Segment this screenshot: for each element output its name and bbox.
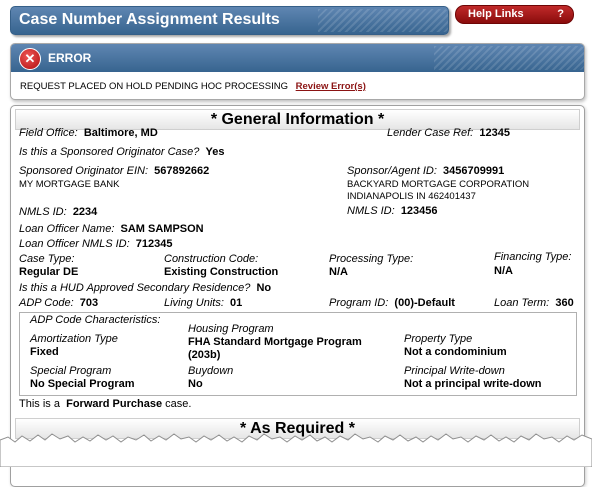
financing-type-label: Financing Type: (494, 251, 572, 263)
lender-case-ref-label: Lender Case Ref: (387, 127, 474, 139)
property-type-value: Not a condominium (404, 346, 507, 358)
special-program-value: No Special Program (30, 378, 135, 390)
sponsor-agent-city: INDIANAPOLIS IN 462401437 (347, 191, 476, 202)
sponsor-agent-row: Sponsor/Agent ID: 3456709991 (347, 165, 504, 177)
sponsor-agent-name: BACKYARD MORTGAGE CORPORATION (347, 179, 530, 190)
loan-officer-nmls-row: Loan Officer NMLS ID: 712345 (19, 238, 173, 250)
sponsored-originator-label: Is this a Sponsored Originator Case? (19, 146, 200, 158)
sponsored-originator-name: MY MORTGAGE BANK (19, 179, 120, 190)
sponsored-originator-value: Yes (205, 146, 225, 158)
torn-edge-decoration (0, 433, 592, 467)
program-id-value: (00)-Default (394, 297, 455, 309)
review-errors-link[interactable]: Review Error(s) (296, 81, 366, 92)
error-header-decoration (434, 46, 584, 70)
sponsored-originator-row: Is this a Sponsored Originator Case? Yes (19, 146, 224, 158)
help-links-label: Help Links (468, 8, 524, 20)
loan-officer-row: Loan Officer Name: SAM SAMPSON (19, 223, 204, 235)
processing-type-label: Processing Type: (329, 253, 414, 265)
purchase-type-suffix: case. (165, 398, 192, 410)
living-units-row: Living Units: 01 (164, 297, 242, 309)
purchase-type-row: This is a Forward Purchase case. (19, 398, 191, 410)
error-message: REQUEST PLACED ON HOLD PENDING HOC PROCE… (20, 81, 288, 92)
error-header: ✕ ERROR (11, 44, 584, 72)
adp-code-value: 703 (79, 297, 99, 309)
field-office-value: Baltimore, MD (83, 127, 158, 139)
lender-case-ref-row: Lender Case Ref: 12345 (387, 127, 510, 139)
amortization-type-label: Amortization Type (30, 333, 118, 345)
page-title-bar: Case Number Assignment Results (10, 6, 449, 35)
housing-program-value-line2: (203b) (188, 349, 221, 361)
case-type-label: Case Type: (19, 253, 75, 265)
nmls-id-left-label: NMLS ID: (19, 206, 67, 218)
program-id-label: Program ID: (329, 297, 389, 309)
loan-officer-label: Loan Officer Name: (19, 223, 115, 235)
construction-code-value: Existing Construction (164, 266, 279, 278)
hud-secondary-residence-value: No (256, 282, 272, 294)
adp-characteristics-box: ADP Code Characteristics: Amortization T… (19, 312, 577, 396)
loan-officer-nmls-value: 712345 (135, 238, 173, 250)
help-links-button[interactable]: Help Links ? (455, 5, 574, 24)
nmls-id-left-row: NMLS ID: 2234 (19, 206, 97, 218)
adp-characteristics-title: ADP Code Characteristics: (30, 314, 161, 326)
x-circle-icon: ✕ (19, 48, 41, 70)
program-id-row: Program ID: (00)-Default (329, 297, 455, 309)
principal-write-down-value: Not a principal write-down (404, 378, 542, 390)
housing-program-label: Housing Program (188, 323, 274, 335)
hud-secondary-residence-label: Is this a HUD Approved Secondary Residen… (19, 282, 251, 294)
loan-term-value: 360 (555, 297, 574, 309)
processing-type-value: N/A (329, 266, 348, 278)
loan-term-row: Loan Term: 360 (494, 297, 574, 309)
sponsor-agent-label: Sponsor/Agent ID: (347, 165, 437, 177)
loan-officer-nmls-label: Loan Officer NMLS ID: (19, 238, 130, 250)
field-office-label: Field Office: (19, 127, 78, 139)
adp-code-label: ADP Code: (19, 297, 74, 309)
title-bar-decoration (318, 9, 448, 32)
error-panel: ✕ ERROR REQUEST PLACED ON HOLD PENDING H… (10, 43, 585, 100)
special-program-label: Special Program (30, 365, 112, 377)
construction-code-label: Construction Code: (164, 253, 259, 265)
loan-term-label: Loan Term: (494, 297, 550, 309)
sponsored-ein-value: 567892662 (154, 165, 210, 177)
nmls-id-right-row: NMLS ID: 123456 (347, 205, 438, 217)
purchase-type-prefix: This is a (19, 398, 60, 410)
sponsor-agent-value: 3456709991 (443, 165, 505, 177)
loan-officer-value: SAM SAMPSON (120, 223, 204, 235)
housing-program-value-line1: FHA Standard Mortgage Program (188, 336, 362, 348)
nmls-id-left-value: 2234 (72, 206, 98, 218)
help-question-icon: ? (557, 8, 564, 20)
case-type-value: Regular DE (19, 266, 79, 278)
nmls-id-right-value: 123456 (400, 205, 438, 217)
living-units-value: 01 (230, 297, 243, 309)
financing-type-value: N/A (494, 265, 513, 277)
lender-case-ref-value: 12345 (479, 127, 510, 139)
nmls-id-right-label: NMLS ID: (347, 205, 395, 217)
page-title: Case Number Assignment Results (19, 11, 280, 28)
adp-code-row: ADP Code: 703 (19, 297, 98, 309)
buydown-value: No (188, 378, 203, 390)
field-office-row: Field Office: Baltimore, MD (19, 127, 158, 139)
purchase-type-value: Forward Purchase (66, 398, 163, 410)
sponsored-ein-row: Sponsored Originator EIN: 567892662 (19, 165, 209, 177)
hud-secondary-residence-row: Is this a HUD Approved Secondary Residen… (19, 282, 271, 294)
living-units-label: Living Units: (164, 297, 224, 309)
error-title: ERROR (48, 51, 92, 65)
property-type-label: Property Type (404, 333, 473, 345)
amortization-type-value: Fixed (30, 346, 59, 358)
principal-write-down-label: Principal Write-down (404, 365, 505, 377)
error-message-row: REQUEST PLACED ON HOLD PENDING HOC PROCE… (20, 81, 366, 92)
sponsored-ein-label: Sponsored Originator EIN: (19, 165, 149, 177)
buydown-label: Buydown (188, 365, 234, 377)
